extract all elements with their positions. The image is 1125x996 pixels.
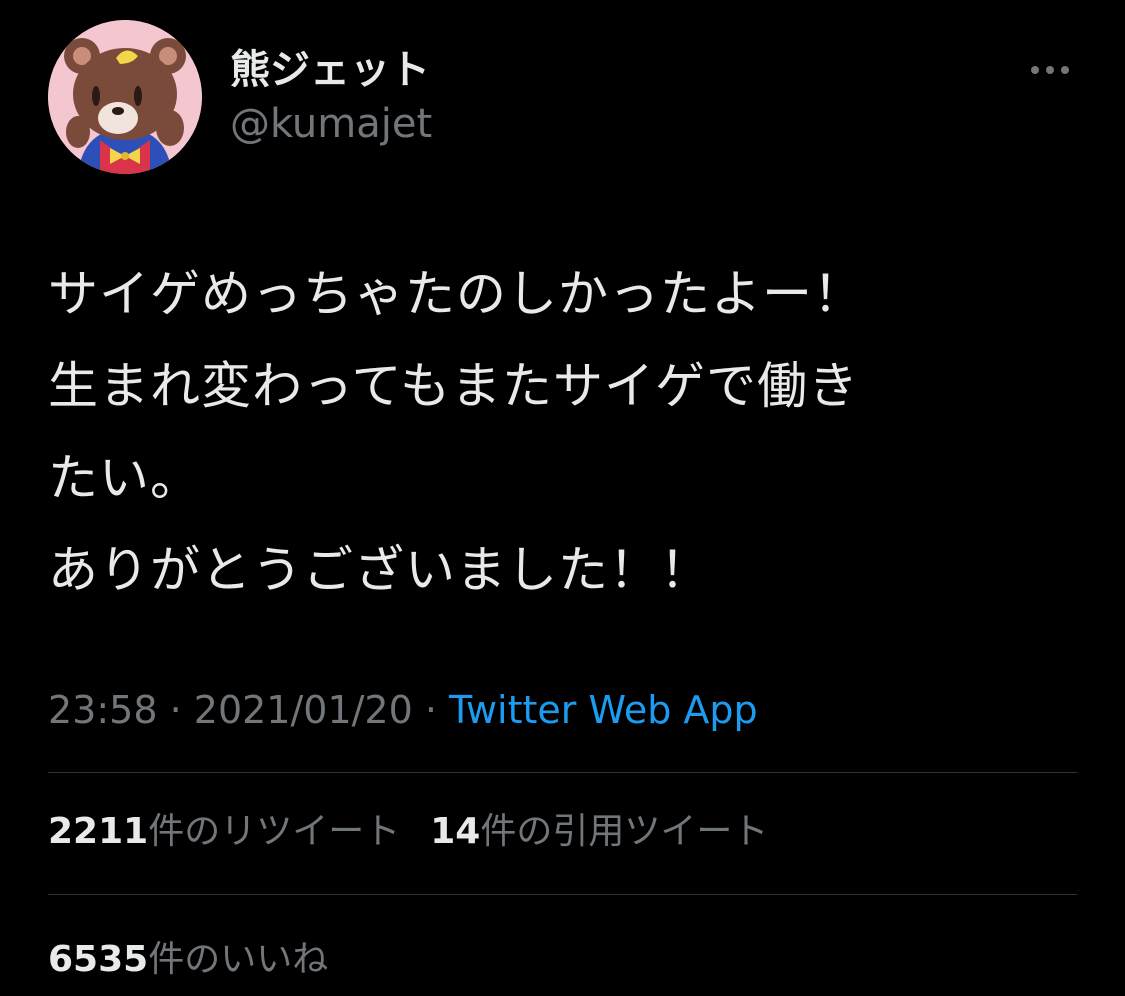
meta-separator: · [157, 688, 194, 732]
tweet-text-line: サイゲめっちゃたのしかったよー！ [48, 265, 864, 323]
likes-stats: 6535件のいいね [48, 936, 328, 984]
tweet-meta: 23:58 · 2021/01/20 · Twitter Web App [48, 686, 758, 734]
display-name[interactable]: 熊ジェット [230, 46, 430, 94]
tweet-detail: 熊ジェット @kumajet サイゲめっちゃたのしかったよー！ 生まれ変わっても… [0, 0, 1125, 996]
tweet-text: サイゲめっちゃたのしかったよー！ 生まれ変わってもまたサイゲで働き たい。 あり… [48, 248, 1088, 616]
tweet-time[interactable]: 23:58 [48, 688, 158, 732]
likes-stat[interactable]: 6535件のいいね [48, 939, 328, 980]
meta-separator: · [412, 688, 450, 732]
tweet-source-link[interactable]: Twitter Web App [449, 688, 758, 732]
tweet-text-line: 生まれ変わってもまたサイゲで働き [48, 357, 859, 415]
bear-avatar-icon [48, 20, 202, 174]
divider [48, 894, 1077, 895]
retweets-count: 2211 [48, 811, 149, 852]
quotes-count: 14 [430, 811, 481, 852]
likes-count: 6535 [48, 939, 149, 980]
likes-label: 件のいいね [148, 939, 329, 980]
quotes-label: 件の引用ツイート [480, 811, 769, 852]
quotes-stat[interactable]: 14件の引用ツイート [430, 811, 768, 852]
more-options-button[interactable] [1026, 56, 1074, 84]
divider [48, 772, 1077, 773]
share-stats: 2211件のリツイート 14件の引用ツイート [48, 808, 768, 856]
more-horizontal-icon [1031, 66, 1069, 74]
user-handle[interactable]: @kumajet [230, 100, 432, 148]
tweet-date[interactable]: 2021/01/20 [194, 688, 413, 732]
retweets-stat[interactable]: 2211件のリツイート [48, 811, 400, 852]
avatar[interactable] [48, 20, 202, 174]
tweet-text-line: ありがとうございました！！ [48, 541, 711, 599]
tweet-text-line: たい。 [48, 449, 201, 507]
retweets-label: 件のリツイート [148, 811, 401, 852]
